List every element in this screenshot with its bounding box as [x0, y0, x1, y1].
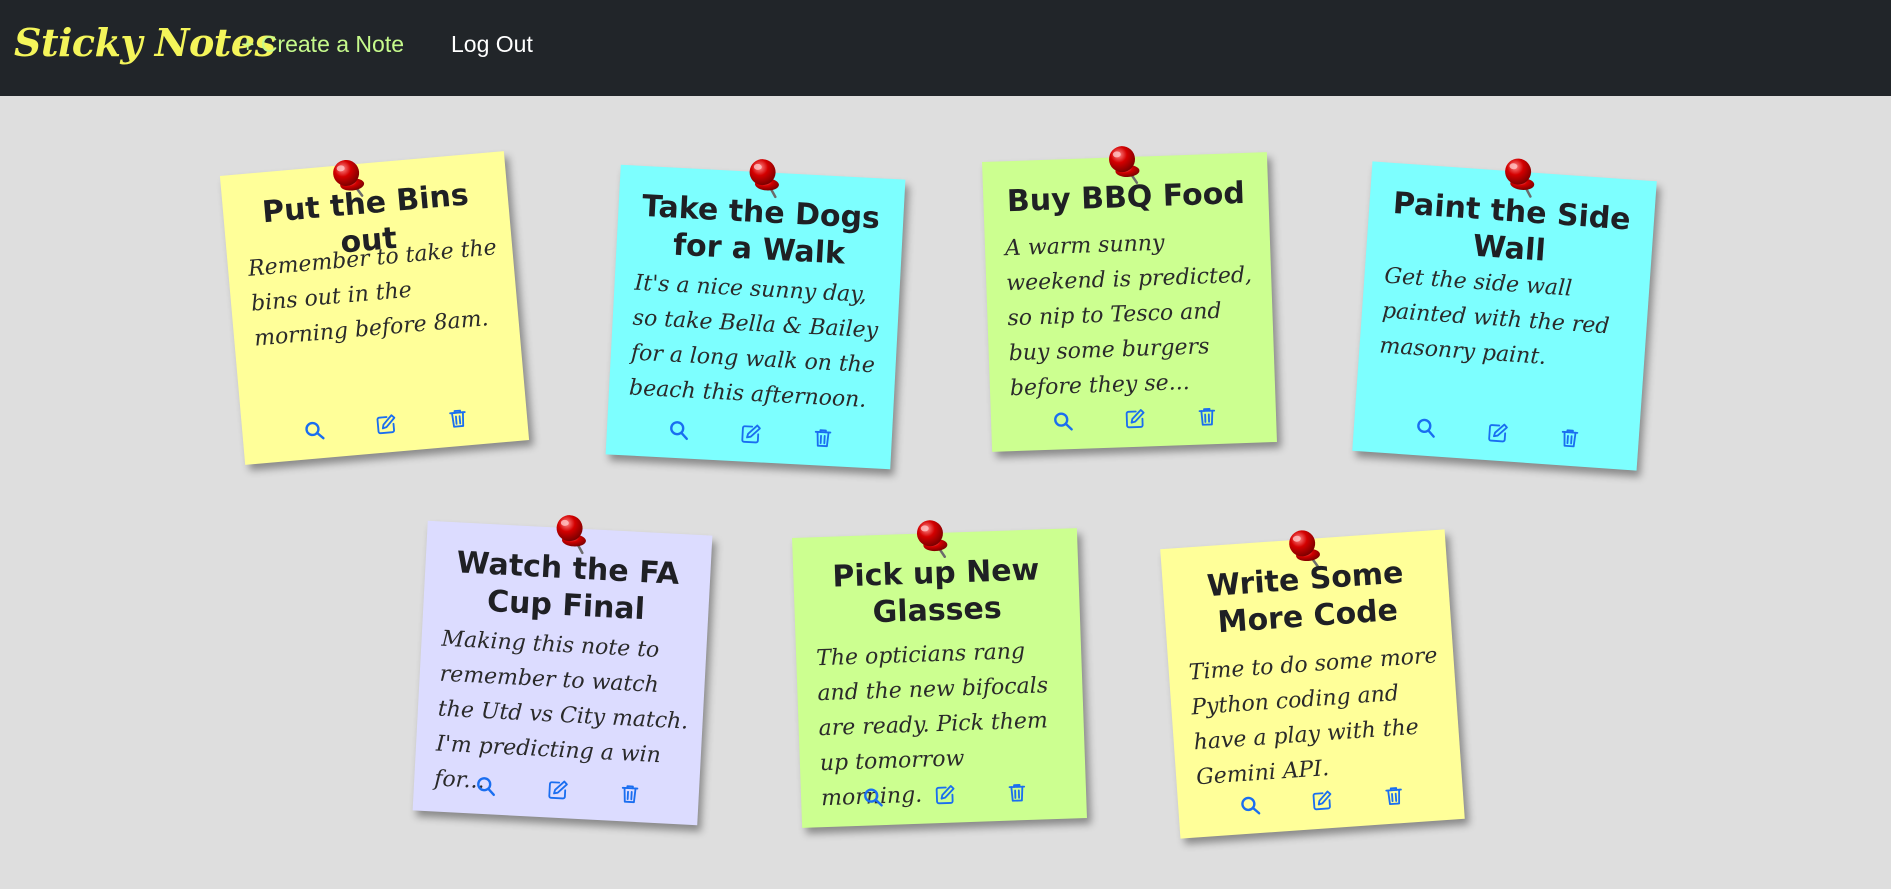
- logout-link[interactable]: Log Out: [451, 31, 533, 58]
- delete-note-trash-icon[interactable]: [1193, 402, 1222, 431]
- view-note-search-icon[interactable]: [1235, 791, 1265, 821]
- brand-logo[interactable]: Sticky Notes: [14, 20, 276, 65]
- note-title: Write Some More Code: [1205, 555, 1405, 641]
- note-body: Get the side wall painted with the red m…: [1378, 263, 1611, 370]
- sticky-note[interactable]: Take the Dogs for a Walk It's a nice sunn…: [605, 159, 906, 470]
- note-body: Time to do some more Python coding and h…: [1188, 643, 1439, 791]
- edit-note-edit-icon[interactable]: [1121, 404, 1150, 433]
- sticky-note[interactable]: Watch the FA Cup Final Making this note t…: [412, 515, 713, 826]
- delete-note-trash-icon[interactable]: [1379, 781, 1409, 811]
- sticky-note[interactable]: Pick up New Glasses The opticians rang an…: [792, 520, 1087, 828]
- sticky-note[interactable]: Paint the Side Wall Get the side wall pai…: [1352, 158, 1657, 471]
- delete-note-trash-icon[interactable]: [1555, 423, 1585, 453]
- navbar: Sticky Notes + Create a Note Log Out: [0, 0, 1891, 96]
- note-title: Buy BBQ Food: [1006, 175, 1246, 220]
- edit-note-edit-icon[interactable]: [1307, 786, 1337, 816]
- edit-note-edit-icon[interactable]: [543, 775, 572, 804]
- view-note-search-icon[interactable]: [859, 783, 888, 812]
- edit-note-edit-icon[interactable]: [931, 780, 960, 809]
- note-body: It's a nice sunny day, so take Bella & B…: [628, 270, 879, 413]
- note-actions: [991, 400, 1277, 438]
- delete-note-trash-icon[interactable]: [1003, 778, 1032, 807]
- view-note-search-icon[interactable]: [471, 771, 500, 800]
- create-note-link[interactable]: + Create a Note: [241, 31, 404, 58]
- edit-note-edit-icon[interactable]: [371, 409, 401, 439]
- delete-note-trash-icon[interactable]: [615, 779, 644, 808]
- note-body: A warm sunny weekend is predicted, so ni…: [1004, 230, 1253, 402]
- note-title: Take the Dogs for a Walk: [641, 188, 881, 272]
- view-note-search-icon[interactable]: [664, 415, 693, 444]
- delete-note-trash-icon[interactable]: [808, 423, 837, 452]
- sticky-note[interactable]: Write Some More Code Time to do some more…: [1160, 529, 1465, 839]
- view-note-search-icon[interactable]: [1411, 413, 1441, 443]
- delete-note-trash-icon[interactable]: [443, 403, 473, 433]
- note-actions: [606, 412, 892, 455]
- sticky-note[interactable]: Buy BBQ Food A warm sunny weekend is pred…: [982, 146, 1277, 452]
- sticky-note[interactable]: Put the Bins out Remember to take the bin…: [219, 151, 530, 465]
- note-body: Remember to take the bins out in the mor…: [247, 235, 498, 352]
- view-note-search-icon[interactable]: [1049, 407, 1078, 436]
- note-actions: [242, 398, 528, 451]
- note-title: Pick up New Glasses: [831, 552, 1040, 631]
- note-actions: [1353, 409, 1639, 457]
- note-title: Watch the FA Cup Final: [455, 545, 681, 628]
- edit-note-edit-icon[interactable]: [736, 419, 765, 448]
- edit-note-edit-icon[interactable]: [1483, 418, 1513, 448]
- view-note-search-icon[interactable]: [299, 416, 329, 446]
